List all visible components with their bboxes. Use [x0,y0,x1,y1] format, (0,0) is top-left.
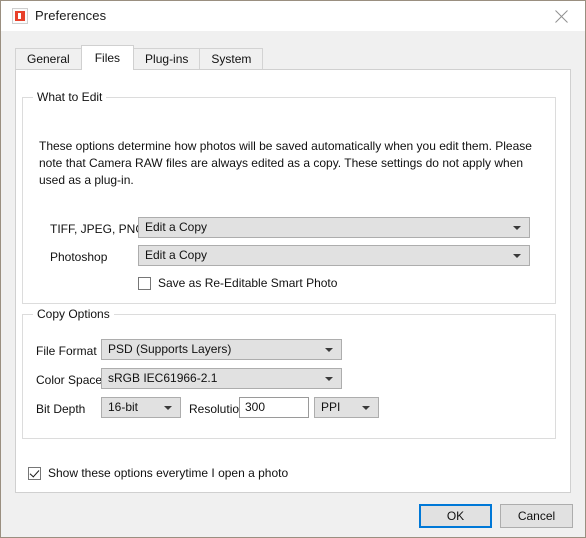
tab-strip: General Files Plug-ins System [15,45,264,70]
cancel-button[interactable]: Cancel [500,504,573,528]
tiff-jpeg-png-dropdown[interactable]: Edit a Copy [138,217,530,238]
resolution-label: Resolution [189,402,246,416]
file-format-label: File Format [36,344,97,358]
window-title: Preferences [35,8,107,23]
tab-plug-ins[interactable]: Plug-ins [133,48,201,69]
resolution-input[interactable]: 300 [239,397,309,418]
show-options-label: Show these options everytime I open a ph… [48,466,289,480]
tiff-jpeg-png-value: Edit a Copy [145,220,208,234]
bit-depth-label: Bit Depth [36,402,86,416]
preferences-window: Preferences General Files Plug-ins Syste… [0,0,586,538]
resolution-unit-dropdown[interactable]: PPI [314,397,379,418]
what-to-edit-group-title: What to Edit [33,90,107,104]
photoshop-dropdown[interactable]: Edit a Copy [138,245,530,266]
photoshop-label: Photoshop [50,250,108,264]
tiff-jpeg-png-label: TIFF, JPEG, PNG [50,222,145,236]
what-to-edit-description: These options determine how photos will … [39,139,532,187]
color-space-dropdown[interactable]: sRGB IEC61966-2.1 [101,368,342,389]
chevron-down-icon [513,254,521,258]
chevron-down-icon [325,377,333,381]
chevron-down-icon [164,406,172,410]
close-icon [555,10,568,23]
close-button[interactable] [539,1,585,31]
photoshop-value: Edit a Copy [145,248,208,262]
smart-photo-checkbox[interactable] [138,276,151,290]
chevron-down-icon [513,226,521,230]
chevron-down-icon [325,348,333,352]
resolution-unit-value: PPI [321,400,341,414]
file-format-dropdown[interactable]: PSD (Supports Layers) [101,339,342,360]
chevron-down-icon [362,406,370,410]
app-icon [12,8,28,24]
file-format-value: PSD (Supports Layers) [108,342,232,356]
bit-depth-value: 16-bit [108,400,139,414]
show-options-checkbox-row[interactable]: Show these options everytime I open a ph… [28,466,288,480]
title-bar: Preferences [1,1,585,31]
smart-photo-checkbox-row[interactable]: Save as Re-Editable Smart Photo [138,276,337,290]
resolution-value: 300 [245,400,266,414]
smart-photo-label: Save as Re-Editable Smart Photo [158,276,338,290]
what-to-edit-group: What to Edit [22,90,556,304]
tab-files[interactable]: Files [80,45,135,70]
tab-general[interactable]: General [15,48,82,69]
copy-options-group-title: Copy Options [33,307,114,321]
show-options-checkbox[interactable] [28,466,41,480]
ok-button[interactable]: OK [419,504,492,528]
bit-depth-dropdown[interactable]: 16-bit [101,397,181,418]
color-space-label: Color Space [36,373,103,387]
color-space-value: sRGB IEC61966-2.1 [108,371,218,385]
tab-system[interactable]: System [199,48,264,69]
